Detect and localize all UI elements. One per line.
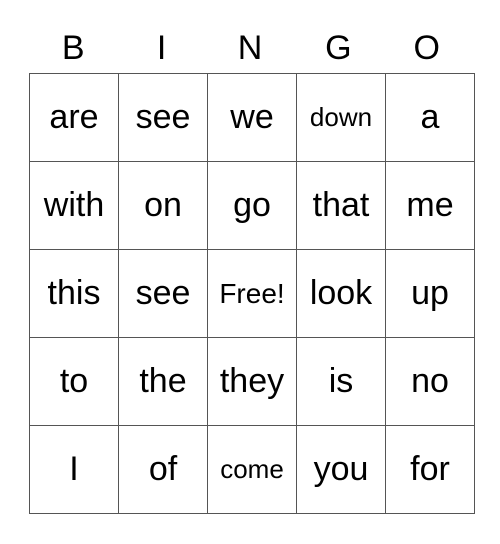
card-cell: see bbox=[118, 73, 208, 162]
card-cell: I bbox=[29, 425, 119, 514]
header-letter-g: G bbox=[325, 29, 352, 67]
card-cell: a bbox=[385, 73, 475, 162]
card-cell: with bbox=[29, 161, 119, 250]
card-cell: are bbox=[29, 73, 119, 162]
card-cell: is bbox=[296, 337, 386, 426]
card-row: this see Free! look up bbox=[29, 249, 475, 338]
card-cell: you bbox=[296, 425, 386, 514]
card-cell: that bbox=[296, 161, 386, 250]
card-cell: they bbox=[207, 337, 297, 426]
card-cell: for bbox=[385, 425, 475, 514]
card-cell: go bbox=[207, 161, 297, 250]
header-letter-o: O bbox=[413, 29, 440, 67]
header-letter-b: B bbox=[61, 29, 85, 67]
free-space-cell: Free! bbox=[207, 249, 297, 338]
header-letter-i: I bbox=[156, 29, 167, 67]
card-cell: of bbox=[118, 425, 208, 514]
card-cell: this bbox=[29, 249, 119, 338]
card-cell: come bbox=[207, 425, 297, 514]
card-row: with on go that me bbox=[29, 161, 475, 250]
card-cell: on bbox=[118, 161, 208, 250]
card-cell: down bbox=[296, 73, 386, 162]
card-cell: we bbox=[207, 73, 297, 162]
card-cell: up bbox=[385, 249, 475, 338]
bingo-card: are see we down a with on go that me thi… bbox=[29, 73, 475, 514]
bingo-header: B I N G O bbox=[29, 26, 471, 70]
card-cell: the bbox=[118, 337, 208, 426]
card-row: I of come you for bbox=[29, 425, 475, 514]
card-cell: no bbox=[385, 337, 475, 426]
card-cell: me bbox=[385, 161, 475, 250]
card-cell: to bbox=[29, 337, 119, 426]
card-cell: see bbox=[118, 249, 208, 338]
card-row: are see we down a bbox=[29, 73, 475, 162]
card-row: to the they is no bbox=[29, 337, 475, 426]
header-letter-n: N bbox=[237, 29, 263, 67]
card-cell: look bbox=[296, 249, 386, 338]
